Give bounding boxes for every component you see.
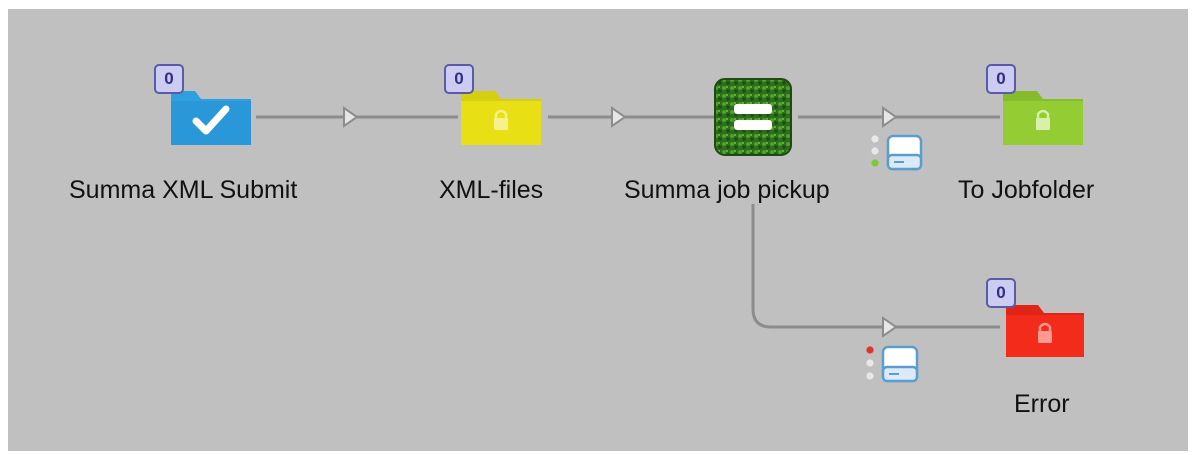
connection-xmlfiles-to-pickup[interactable] [548,106,715,128]
status-dot [871,135,879,143]
arrowhead-icon [882,106,898,128]
connection-submit-to-xmlfiles[interactable] [256,106,458,128]
folder-icon [1006,305,1084,357]
folder-icon [461,91,541,145]
status-indicator [866,345,919,383]
status-dot [866,346,874,354]
node-label: Summa job pickup [624,176,830,204]
count-badge: 0 [986,64,1016,94]
count-badge: 0 [986,278,1016,308]
status-indicator [871,134,923,171]
node-label: XML-files [439,176,544,204]
node-label: Error [1014,390,1070,418]
count-badge: 0 [154,64,184,94]
count-badge: 0 [444,64,474,94]
connection-pickup-to-error[interactable] [751,204,1000,338]
disk-drive-icon [886,134,923,171]
disk-drive-icon [881,345,919,383]
connection-status-error[interactable] [865,344,925,395]
status-dot [871,147,879,155]
submit-folder-icon [171,91,251,145]
folder-icon [1003,91,1083,145]
status-dot [871,159,879,167]
connection-status-success[interactable] [870,133,928,182]
status-dot [866,359,874,367]
status-dot [866,372,874,380]
node-label: Summa XML Submit [69,176,298,204]
arrowhead-icon [882,316,898,338]
node-label: To Jobfolder [958,176,1095,204]
flow-canvas[interactable]: 0 Summa XML Submit 0 XML-files Summa job… [8,9,1188,451]
script-element-icon [714,78,792,156]
arrowhead-icon [611,106,627,128]
connection-pickup-to-jobfolder[interactable] [798,106,1000,128]
arrowhead-icon [343,106,359,128]
